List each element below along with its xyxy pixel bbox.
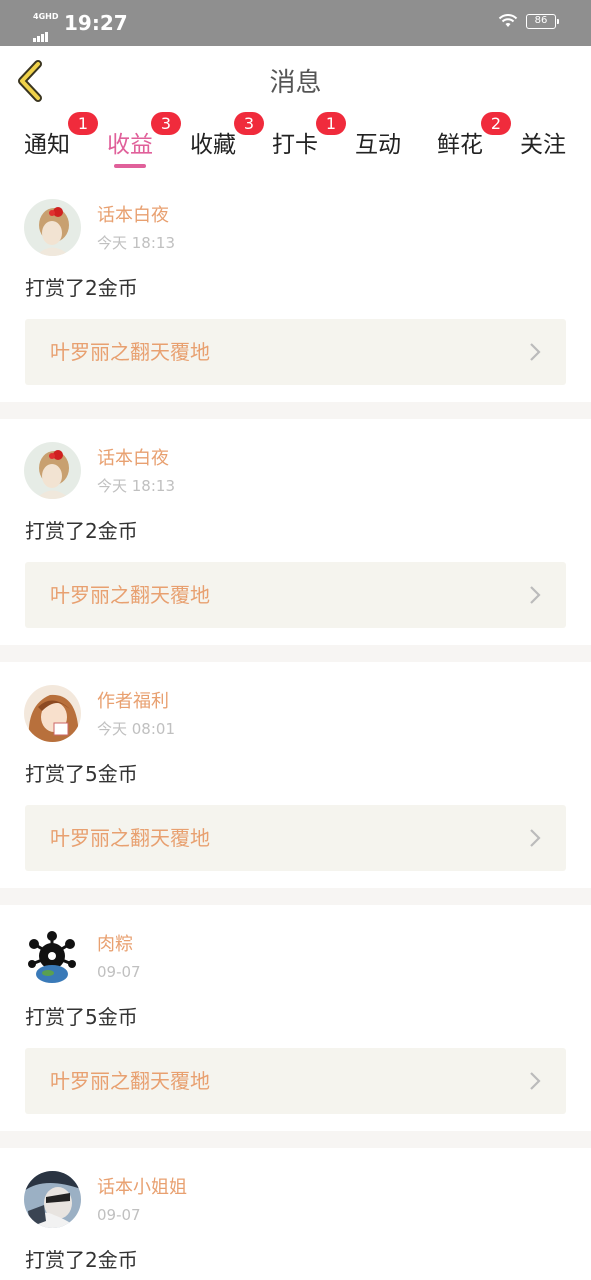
avatar[interactable] — [24, 442, 81, 499]
tab-notifications[interactable]: 通知 1 — [11, 112, 98, 176]
book-title: 叶罗丽之翻天覆地 — [50, 340, 210, 364]
book-link[interactable]: 叶罗丽之翻天覆地 — [25, 319, 566, 385]
book-link[interactable]: 叶罗丽之翻天覆地 — [25, 805, 566, 871]
tab-label: 打卡 — [272, 132, 318, 158]
tab-bar: 通知 1 收益 3 收藏 3 打卡 1 互动 鲜花 2 关注 — [0, 112, 591, 176]
tab-label: 收益 — [107, 132, 153, 158]
book-link[interactable]: 叶罗丽之翻天覆地 — [25, 1048, 566, 1114]
wifi-icon — [498, 14, 518, 27]
message-time: 今天 18:13 — [97, 477, 175, 495]
reward-text: 打赏了2金币 — [25, 276, 138, 300]
tab-interactions[interactable]: 互动 — [342, 118, 414, 176]
reward-text: 打赏了2金币 — [25, 519, 138, 543]
message-card: 话本白夜 今天 18:13 打赏了2金币 叶罗丽之翻天覆地 — [0, 419, 591, 645]
avatar-image — [24, 928, 81, 985]
reward-text: 打赏了5金币 — [25, 1005, 138, 1029]
chevron-right-icon — [530, 586, 541, 604]
avatar[interactable] — [24, 199, 81, 256]
page-title: 消息 — [269, 68, 322, 98]
status-bar: 4GHD 19:27 86 — [0, 0, 591, 46]
battery-level: 86 — [534, 15, 548, 26]
sender-name[interactable]: 肉粽 — [97, 933, 133, 957]
signal-icon: 4GHD — [33, 12, 59, 42]
avatar-image — [24, 685, 81, 742]
book-link[interactable]: 叶罗丽之翻天覆地 — [25, 562, 566, 628]
avatar-image — [24, 199, 81, 256]
tab-label: 鲜花 — [437, 132, 483, 158]
book-title: 叶罗丽之翻天覆地 — [50, 1069, 210, 1093]
sender-name[interactable]: 话本小姐姐 — [97, 1176, 187, 1200]
message-card: 肉粽 09-07 打赏了5金币 叶罗丽之翻天覆地 — [0, 905, 591, 1131]
reward-text: 打赏了5金币 — [25, 762, 138, 786]
tab-favorites[interactable]: 收藏 3 — [177, 112, 264, 176]
tab-earnings[interactable]: 收益 3 — [94, 112, 181, 176]
message-card: 作者福利 今天 08:01 打赏了5金币 叶罗丽之翻天覆地 — [0, 662, 591, 888]
message-time: 09-07 — [97, 963, 141, 981]
tab-label: 通知 — [24, 132, 70, 158]
active-tab-indicator — [114, 164, 146, 168]
tab-checkin[interactable]: 打卡 1 — [259, 112, 346, 176]
header: 消息 — [0, 46, 591, 119]
tab-label: 收藏 — [190, 132, 236, 158]
avatar-image — [24, 1171, 81, 1228]
tab-label: 关注 — [520, 132, 566, 158]
message-card: 话本小姐姐 09-07 打赏了2金币 — [0, 1148, 591, 1280]
tab-follows[interactable]: 关注 — [507, 118, 579, 176]
sender-name[interactable]: 作者福利 — [97, 690, 169, 714]
message-time: 09-07 — [97, 1206, 141, 1224]
reward-text: 打赏了2金币 — [25, 1248, 138, 1272]
network-type: 4GHD — [33, 12, 59, 21]
book-title: 叶罗丽之翻天覆地 — [50, 583, 210, 607]
divider — [0, 1131, 591, 1148]
chevron-right-icon — [530, 829, 541, 847]
avatar[interactable] — [24, 685, 81, 742]
battery-icon: 86 — [526, 14, 559, 29]
divider — [0, 888, 591, 905]
avatar[interactable] — [24, 928, 81, 985]
sender-name[interactable]: 话本白夜 — [97, 447, 169, 471]
tab-flowers[interactable]: 鲜花 2 — [424, 112, 511, 176]
tab-label: 互动 — [355, 132, 401, 158]
status-time: 19:27 — [64, 11, 128, 35]
chevron-right-icon — [530, 343, 541, 361]
book-title: 叶罗丽之翻天覆地 — [50, 826, 210, 850]
avatar[interactable] — [24, 1171, 81, 1228]
divider — [0, 402, 591, 419]
message-card: 话本白夜 今天 18:13 打赏了2金币 叶罗丽之翻天覆地 — [0, 176, 591, 402]
divider — [0, 645, 591, 662]
avatar-image — [24, 442, 81, 499]
chevron-right-icon — [530, 1072, 541, 1090]
message-time: 今天 18:13 — [97, 234, 175, 252]
message-time: 今天 08:01 — [97, 720, 175, 738]
sender-name[interactable]: 话本白夜 — [97, 204, 169, 228]
